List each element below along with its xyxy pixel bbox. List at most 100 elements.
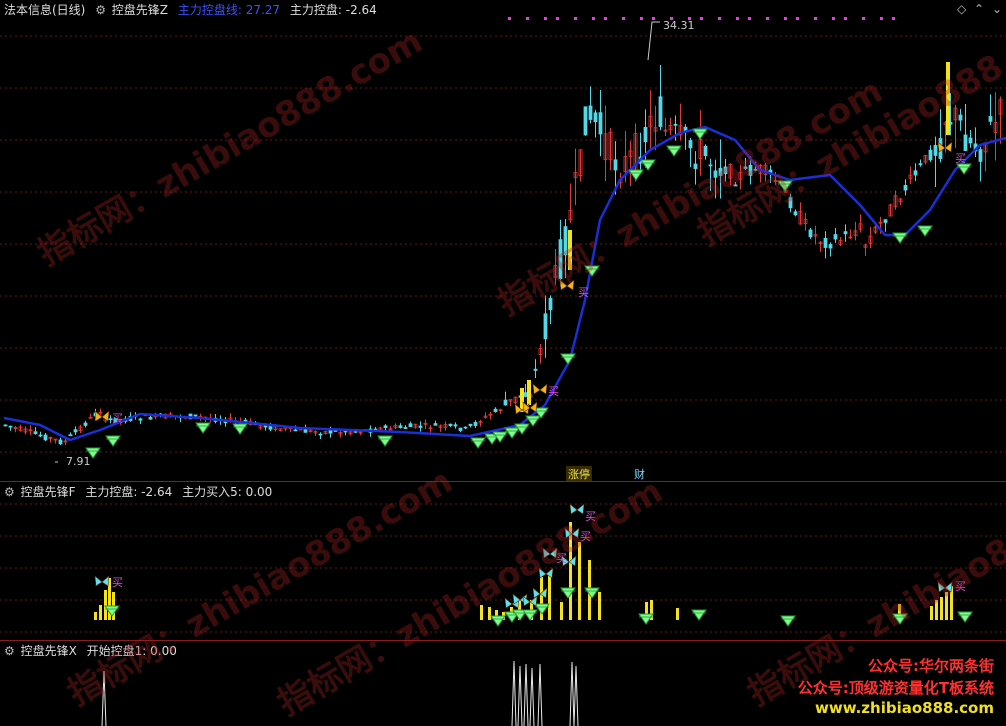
control-value-label: 主力控盘: -2.64 bbox=[289, 3, 377, 17]
signal-dot bbox=[736, 17, 739, 20]
candle-body bbox=[718, 168, 723, 176]
candle-body bbox=[563, 226, 568, 256]
down-arrow-icon[interactable]: ⌄ bbox=[992, 2, 1002, 16]
candle-body bbox=[473, 422, 478, 426]
main-chart-pane[interactable]: 法本信息(日线) ⚙ 控盘先锋Z 主力控盘线: 27.27 主力控盘: -2.6… bbox=[0, 0, 1006, 481]
butterfly-icon bbox=[569, 503, 585, 515]
buy-volume-bar bbox=[940, 597, 943, 620]
buy-label-3: 买 bbox=[578, 286, 589, 299]
candle-body bbox=[193, 414, 198, 417]
signal-dot bbox=[844, 17, 847, 20]
buy-volume-bar bbox=[930, 606, 933, 620]
candle-body bbox=[83, 422, 88, 426]
candle-body bbox=[548, 297, 553, 311]
high-price-label: 34.31 bbox=[663, 19, 695, 32]
candle-body bbox=[398, 425, 403, 428]
candle-body bbox=[703, 145, 708, 157]
buy-volume-chart[interactable] bbox=[0, 482, 1006, 640]
candle-body bbox=[58, 439, 63, 445]
candle-body bbox=[613, 159, 618, 171]
control-spike bbox=[517, 665, 523, 726]
candle-body bbox=[598, 112, 603, 135]
indicator-name[interactable]: 控盘先锋Z bbox=[112, 3, 168, 17]
diamond-icon bbox=[892, 613, 908, 625]
gear-icon[interactable]: ⚙ bbox=[4, 644, 15, 658]
buy-volume-bar bbox=[548, 574, 551, 620]
buy-volume-bar bbox=[578, 542, 581, 620]
candle-body bbox=[708, 164, 713, 167]
limit-up-candle bbox=[946, 62, 950, 135]
candle-body bbox=[883, 219, 888, 223]
buy-volume-bar bbox=[676, 608, 679, 620]
buy-volume-bar bbox=[935, 600, 938, 620]
diamond-icon bbox=[692, 128, 708, 140]
candle-body bbox=[978, 149, 983, 162]
candle-body bbox=[693, 163, 698, 169]
control-spike bbox=[529, 667, 535, 726]
control-spike bbox=[573, 665, 579, 726]
signal-dot bbox=[862, 17, 865, 20]
signal-dot bbox=[796, 17, 799, 20]
f-buy-label-5: 买 bbox=[955, 580, 966, 593]
diamond-icon bbox=[504, 427, 520, 439]
candle-body bbox=[968, 137, 973, 144]
diamond-icon[interactable]: ◇ bbox=[957, 2, 966, 16]
diamond-icon bbox=[105, 435, 121, 447]
candle-body bbox=[68, 434, 73, 437]
candle-body bbox=[293, 429, 298, 432]
up-arrow-icon[interactable]: ⌃ bbox=[974, 2, 984, 16]
candle-body bbox=[138, 418, 143, 421]
diamond-icon bbox=[232, 423, 248, 435]
candle-body bbox=[383, 425, 388, 428]
candle-body bbox=[658, 96, 663, 127]
candle-body bbox=[928, 149, 933, 161]
control-spike bbox=[511, 660, 517, 726]
diamond-icon bbox=[691, 609, 707, 621]
candle-body bbox=[543, 313, 548, 340]
candle-body bbox=[713, 170, 718, 178]
f-buy-label-1: 买 bbox=[112, 576, 123, 589]
limit-up-candle bbox=[568, 230, 572, 270]
sub-x-indicator[interactable]: 控盘先锋X bbox=[21, 644, 77, 658]
signal-dot bbox=[892, 17, 895, 20]
diamond-icon bbox=[490, 615, 506, 627]
diamond-icon bbox=[104, 605, 120, 617]
signal-dot bbox=[526, 17, 529, 20]
candle-body bbox=[988, 116, 993, 122]
gear-icon[interactable]: ⚙ bbox=[95, 3, 106, 17]
control-spike bbox=[537, 663, 543, 726]
gear-icon[interactable]: ⚙ bbox=[4, 485, 15, 499]
candle-body bbox=[463, 426, 468, 429]
candle-body bbox=[33, 431, 38, 435]
finance-marker: 财 bbox=[634, 468, 645, 481]
diamond-icon bbox=[584, 587, 600, 599]
butterfly-icon bbox=[559, 279, 575, 291]
buy-volume-bar bbox=[560, 602, 563, 620]
diamond-icon bbox=[957, 611, 973, 623]
sub-f-indicator[interactable]: 控盘先锋F bbox=[21, 485, 76, 499]
signal-dot bbox=[652, 17, 655, 20]
candle-body bbox=[723, 166, 728, 175]
butterfly-icon bbox=[538, 567, 554, 579]
diamond-icon bbox=[640, 159, 656, 171]
signal-dot bbox=[748, 17, 751, 20]
buy-volume-bar bbox=[569, 522, 572, 620]
signal-dot bbox=[556, 17, 559, 20]
limit-up-marker: 涨停 bbox=[566, 466, 592, 481]
sub-pane-f[interactable]: ⚙ 控盘先锋F 主力控盘: -2.64 主力买入5: 0.00 买 买 买 买 … bbox=[0, 482, 1006, 640]
candle-body bbox=[453, 424, 458, 427]
diamond-icon bbox=[470, 437, 486, 449]
candle-body bbox=[743, 166, 748, 169]
candle-body bbox=[433, 423, 438, 426]
buy-volume-bar bbox=[480, 605, 483, 620]
candle-body bbox=[918, 163, 923, 166]
diamond-icon bbox=[780, 615, 796, 627]
candle-body bbox=[408, 423, 413, 428]
candle-body bbox=[828, 244, 833, 249]
diamond-icon bbox=[628, 169, 644, 181]
diamond-icon bbox=[560, 353, 576, 365]
candlestick-chart[interactable] bbox=[0, 0, 1006, 481]
candle-body bbox=[833, 234, 838, 240]
signal-dot bbox=[718, 17, 721, 20]
signal-dot bbox=[880, 17, 883, 20]
